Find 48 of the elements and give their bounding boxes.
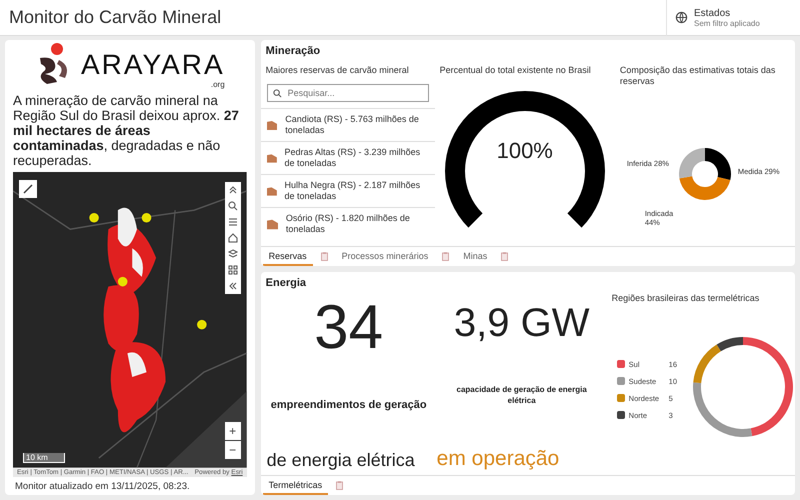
search-icon bbox=[272, 89, 282, 98]
legend-swatch bbox=[616, 360, 625, 368]
reserve-item[interactable]: Candiota (RS) - 5.763 milhões de toneladas bbox=[260, 108, 435, 141]
list-title: Maiores reservas de carvão mineral bbox=[264, 64, 410, 76]
search-field[interactable]: Pesquisar... bbox=[266, 84, 429, 102]
gauge-title: Percentual do total existente no Brasil bbox=[438, 64, 592, 76]
count-label: empreendimentos de geração bbox=[270, 398, 428, 410]
coal-icon bbox=[266, 120, 278, 130]
plant-count: 34 bbox=[313, 297, 384, 359]
reserve-item[interactable]: Osório (RS) - 1.820 milhões de toneladas bbox=[260, 207, 435, 240]
reserve-item[interactable]: Pedras Altas (RS) - 3.239 milhões de toneladas bbox=[260, 141, 435, 174]
capacity-value: 3,9 GW bbox=[452, 303, 590, 343]
chart-title: Regiões brasileiras das termelétricas bbox=[610, 292, 760, 304]
legend-swatch bbox=[616, 377, 625, 385]
clipboard-icon[interactable] bbox=[320, 252, 328, 261]
page-title: Monitor do Carvão Mineral bbox=[9, 7, 222, 28]
tab[interactable]: Termelétricas bbox=[262, 476, 328, 495]
tab[interactable]: Reservas bbox=[262, 247, 313, 266]
coal-icon bbox=[266, 186, 277, 196]
coal-icon bbox=[266, 218, 278, 230]
section-title: Energia bbox=[264, 276, 308, 289]
legend-swatch bbox=[616, 411, 625, 419]
update-note: Monitor atualizado em 13/11/2025, 08:23. bbox=[14, 480, 191, 494]
logo-suffix: .org bbox=[210, 80, 225, 89]
chart-title: Composição das estimativas totais das reservas bbox=[618, 64, 776, 87]
filter-button[interactable]: Estados Sem filtro aplicado bbox=[666, 0, 800, 36]
chevrons-left-icon[interactable] bbox=[224, 278, 241, 294]
legend-swatch bbox=[616, 394, 625, 402]
count-subtitle: de energia elétrica bbox=[266, 450, 416, 471]
intro-text: A mineração de carvão mineral na Região Sul do Brasil deixou aprox. 27 mil hectares de áreas contaminadas, degradadas e não recuperadas. bbox=[12, 92, 240, 170]
measure-icon[interactable] bbox=[19, 180, 37, 198]
tab[interactable]: Processos minerários bbox=[336, 247, 434, 266]
tab[interactable]: Minas bbox=[457, 247, 494, 266]
collapse-icon[interactable] bbox=[224, 182, 241, 198]
filter-value: Sem filtro aplicado bbox=[694, 18, 760, 28]
clipboard-icon[interactable] bbox=[336, 481, 344, 490]
gauge-reading: 100% bbox=[496, 138, 553, 164]
status-text: em operação bbox=[436, 447, 560, 471]
section-title: Mineração bbox=[264, 44, 322, 57]
logo-text: ARAYARA bbox=[80, 50, 225, 80]
scale-bar: 10 km bbox=[23, 452, 65, 463]
reserve-item[interactable]: Hulha Negra (RS) - 2.187 milhões de toneladas bbox=[260, 174, 435, 207]
globe-icon bbox=[675, 11, 688, 24]
filter-label: Estados bbox=[694, 8, 732, 18]
clipboard-icon[interactable] bbox=[442, 252, 450, 261]
coal-icon bbox=[266, 152, 277, 164]
clipboard-icon[interactable] bbox=[501, 252, 508, 261]
capacity-label: capacidade de geração de energia elétrica bbox=[456, 384, 588, 406]
